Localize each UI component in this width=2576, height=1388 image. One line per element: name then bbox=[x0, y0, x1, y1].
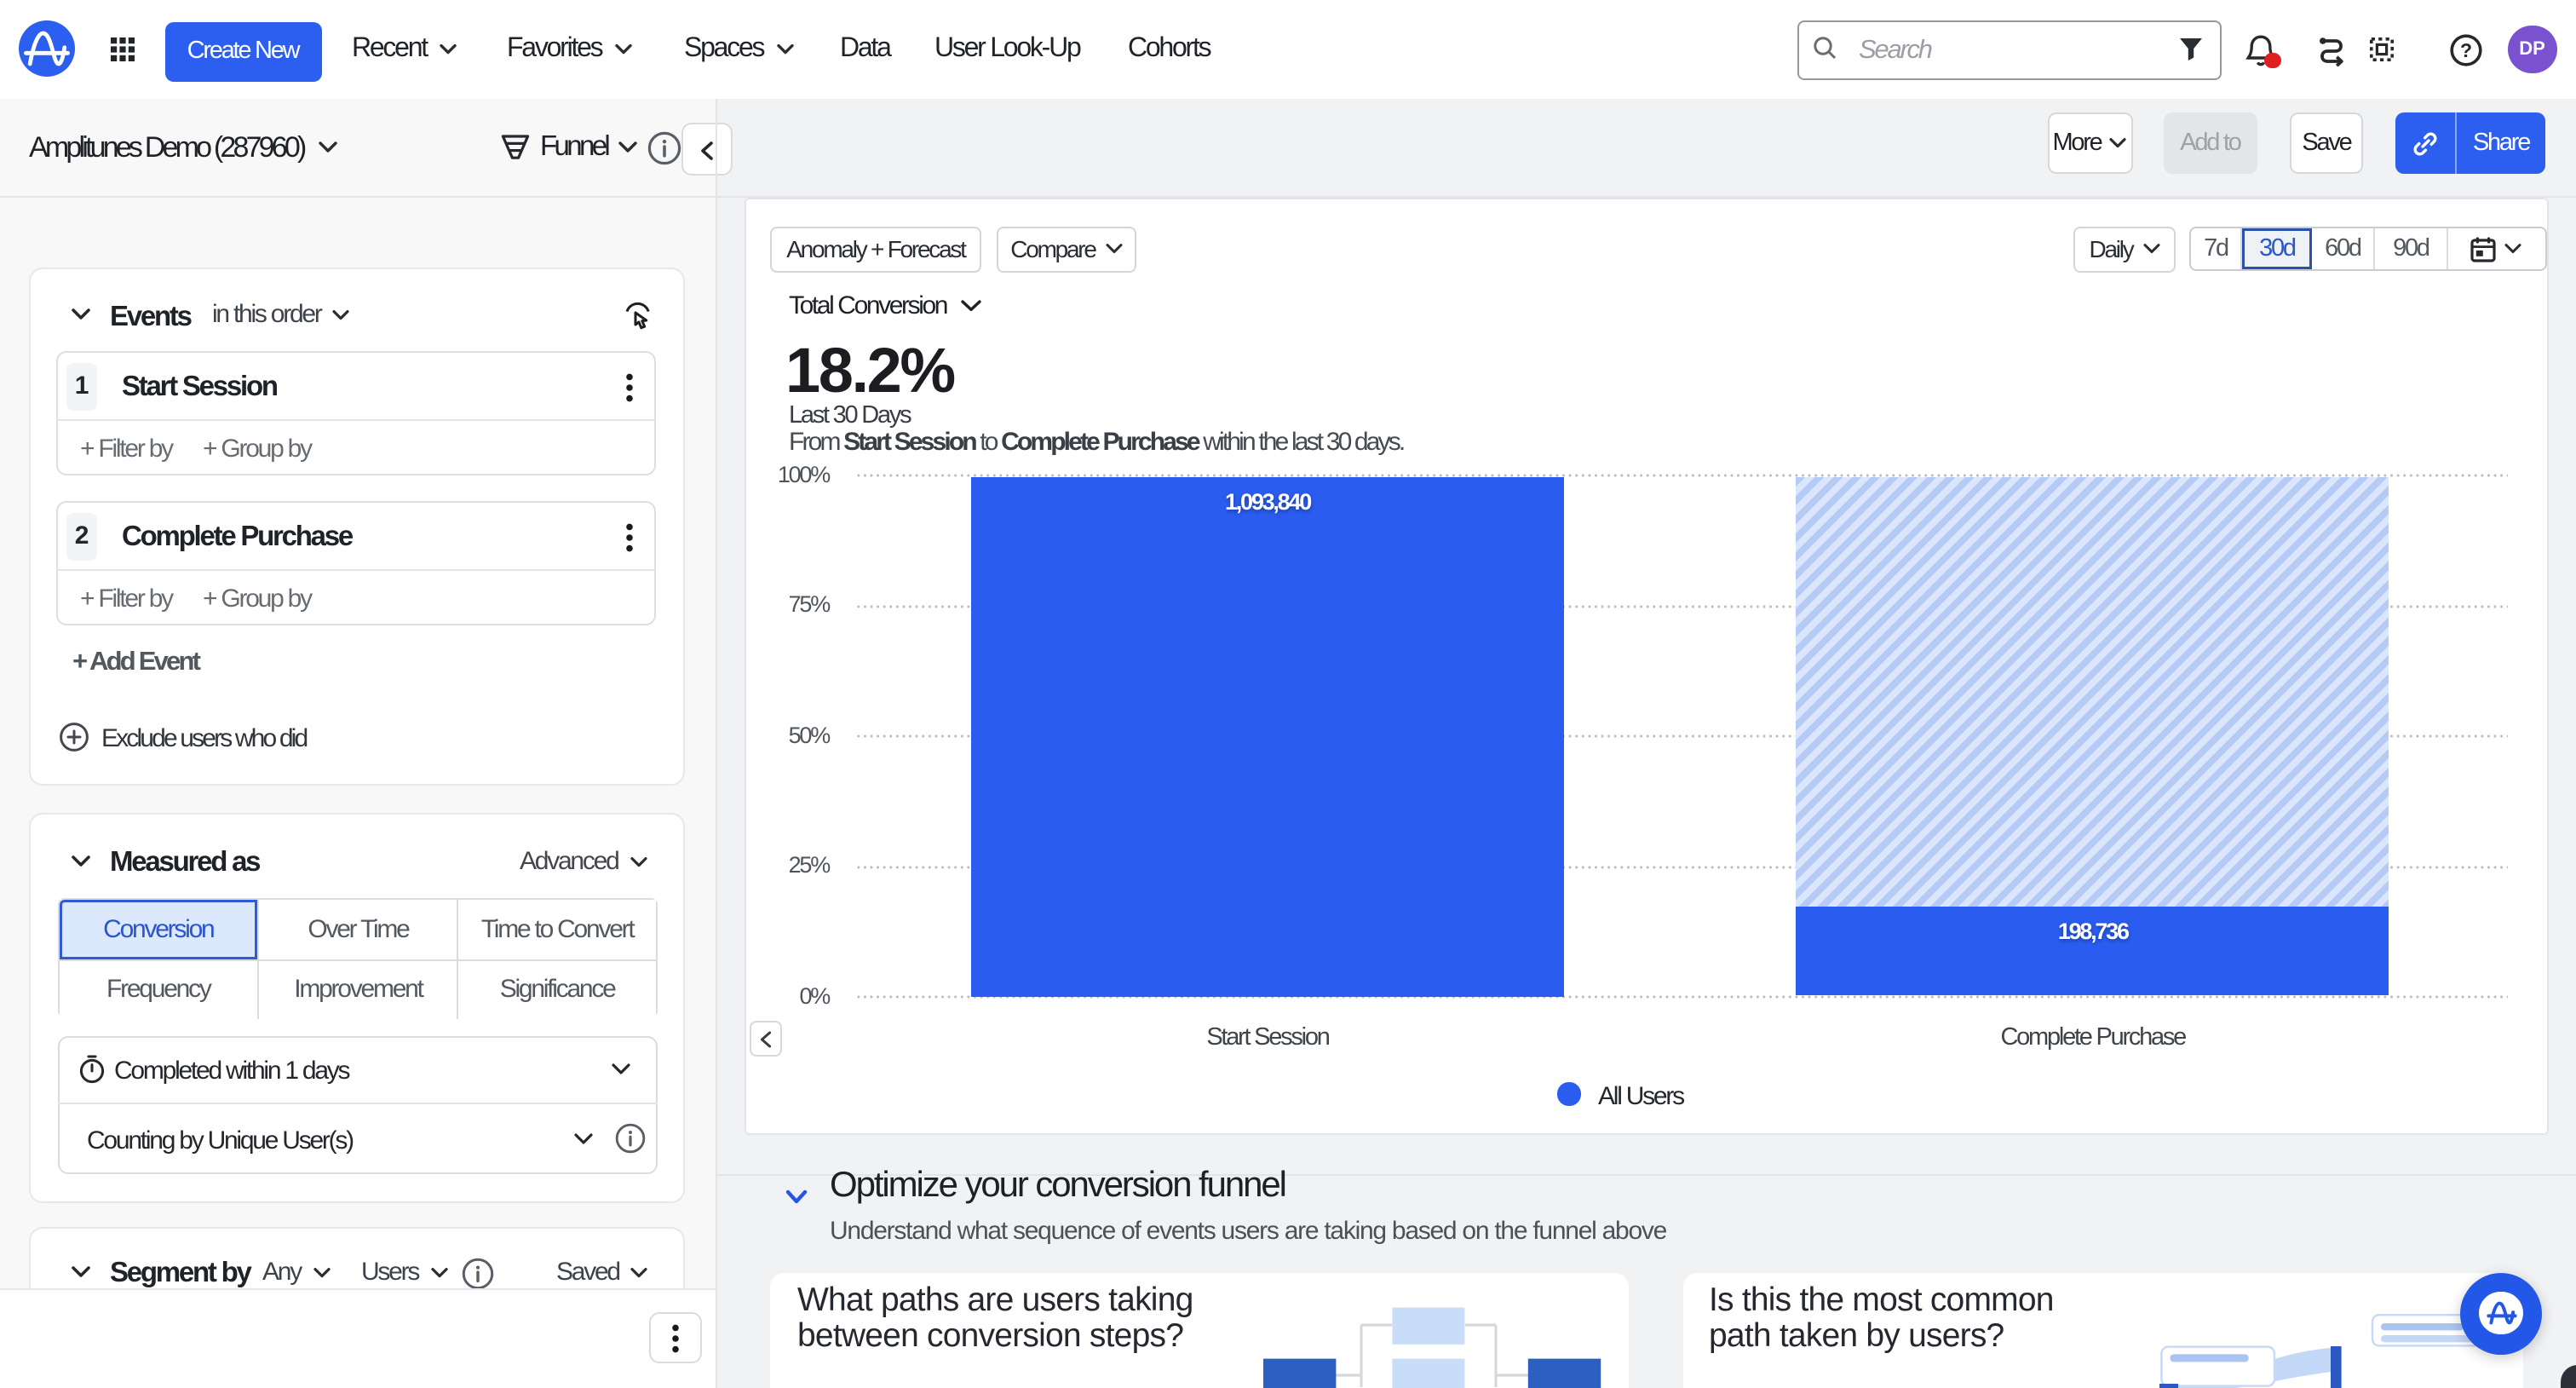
svg-text:?: ? bbox=[2460, 38, 2472, 60]
